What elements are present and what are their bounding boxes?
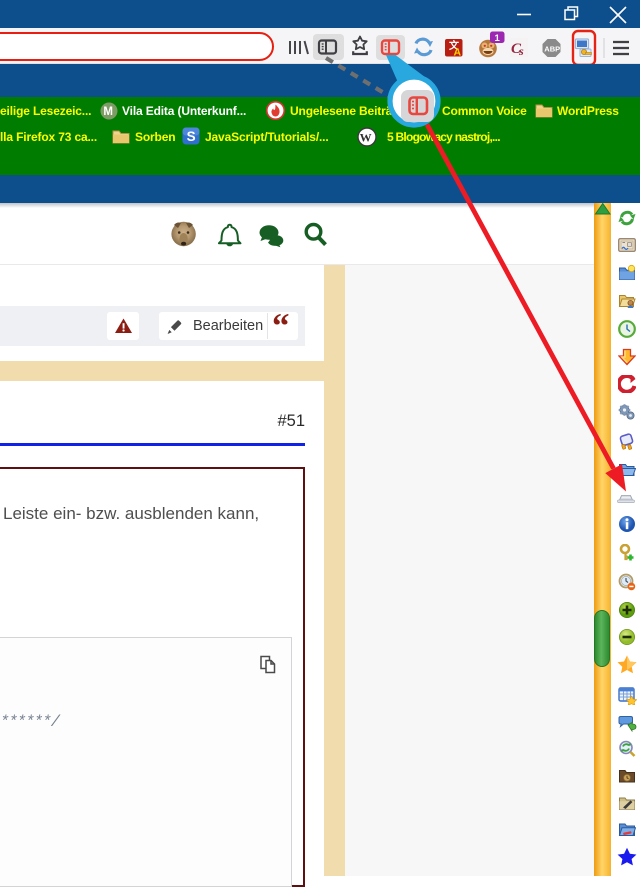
svg-text:ABP: ABP: [544, 44, 560, 53]
svg-text:W: W: [360, 130, 372, 144]
svg-text:s: s: [518, 44, 524, 58]
svg-text:M: M: [103, 106, 113, 118]
svg-text:1: 1: [495, 33, 501, 44]
svg-text:S: S: [187, 129, 196, 144]
svg-text:A: A: [454, 47, 462, 59]
